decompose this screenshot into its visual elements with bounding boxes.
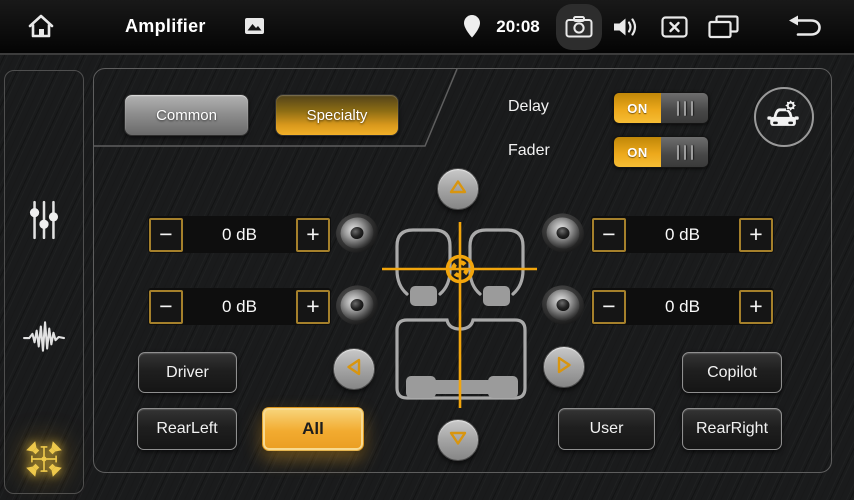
- speaker-rear-right-icon: [539, 283, 587, 327]
- fader-toggle[interactable]: ON: [613, 136, 709, 168]
- arrow-up-icon: [446, 175, 470, 204]
- fader-toggle-on: ON: [614, 137, 661, 167]
- gain-row-rear-right: − 0 dB +: [591, 288, 774, 325]
- gain-row-front-right: − 0 dB +: [591, 216, 774, 253]
- rear-right-gain-value: 0 dB: [627, 297, 738, 317]
- balance-left-button[interactable]: [333, 348, 375, 390]
- back-icon[interactable]: [786, 15, 822, 39]
- preset-user-button[interactable]: User: [558, 408, 655, 450]
- balance-down-button[interactable]: [437, 419, 479, 461]
- preset-driver-button[interactable]: Driver: [138, 352, 237, 393]
- sidebar-item-equalizer[interactable]: [5, 199, 83, 246]
- balance-fader-icon: [22, 437, 66, 486]
- screenshot-button[interactable]: [556, 4, 602, 50]
- delay-toggle-on: ON: [614, 93, 661, 123]
- preset-rearleft-button[interactable]: RearLeft: [137, 408, 237, 450]
- waveform-icon: [23, 318, 65, 361]
- camera-icon: [565, 16, 593, 38]
- front-right-gain-value: 0 dB: [627, 225, 738, 245]
- arrow-left-icon: [342, 355, 366, 384]
- arrow-right-icon: [552, 353, 576, 382]
- speaker-front-left-icon: [333, 211, 381, 255]
- balance-up-button[interactable]: [437, 168, 479, 210]
- recent-apps-icon[interactable]: [708, 15, 739, 39]
- preset-rearright-button[interactable]: RearRight: [682, 408, 782, 450]
- preset-copilot-button[interactable]: Copilot: [682, 352, 782, 393]
- fader-label: Fader: [508, 142, 568, 160]
- status-bar: Amplifier 20:08: [0, 0, 854, 55]
- car-settings-icon: [765, 96, 803, 139]
- rear-right-plus-button[interactable]: +: [739, 290, 773, 324]
- sidebar-item-balance[interactable]: [5, 437, 83, 486]
- balance-right-button[interactable]: [543, 346, 585, 388]
- gain-row-front-left: − 0 dB +: [148, 216, 331, 253]
- speaker-front-right-icon: [539, 211, 587, 255]
- arrow-down-icon: [446, 426, 470, 455]
- delay-toggle-grip: [661, 93, 708, 123]
- speaker-rear-left-icon: [333, 283, 381, 327]
- equalizer-icon: [25, 199, 63, 246]
- front-left-minus-button[interactable]: −: [149, 218, 183, 252]
- location-icon: [464, 15, 480, 38]
- sidebar-item-effects[interactable]: [5, 318, 83, 361]
- car-settings-button[interactable]: [754, 87, 814, 147]
- front-left-plus-button[interactable]: +: [296, 218, 330, 252]
- gallery-icon[interactable]: [244, 17, 265, 35]
- front-right-minus-button[interactable]: −: [592, 218, 626, 252]
- rear-left-plus-button[interactable]: +: [296, 290, 330, 324]
- tab-specialty[interactable]: Specialty: [275, 94, 399, 136]
- page-title: Amplifier: [125, 0, 206, 53]
- preset-all-button[interactable]: All: [262, 407, 364, 451]
- home-button[interactable]: [26, 12, 56, 40]
- front-left-gain-value: 0 dB: [184, 225, 295, 245]
- fader-toggle-grip: [661, 137, 708, 167]
- volume-icon[interactable]: [612, 15, 639, 39]
- front-right-plus-button[interactable]: +: [739, 218, 773, 252]
- clock: 20:08: [490, 0, 546, 53]
- gain-row-rear-left: − 0 dB +: [148, 288, 331, 325]
- rear-left-gain-value: 0 dB: [184, 297, 295, 317]
- close-app-icon[interactable]: [661, 16, 688, 38]
- delay-toggle[interactable]: ON: [613, 92, 709, 124]
- rear-left-minus-button[interactable]: −: [149, 290, 183, 324]
- home-icon: [26, 12, 56, 40]
- delay-label: Delay: [508, 98, 568, 116]
- sidebar: [4, 70, 84, 494]
- tab-common[interactable]: Common: [124, 94, 249, 136]
- rear-right-minus-button[interactable]: −: [592, 290, 626, 324]
